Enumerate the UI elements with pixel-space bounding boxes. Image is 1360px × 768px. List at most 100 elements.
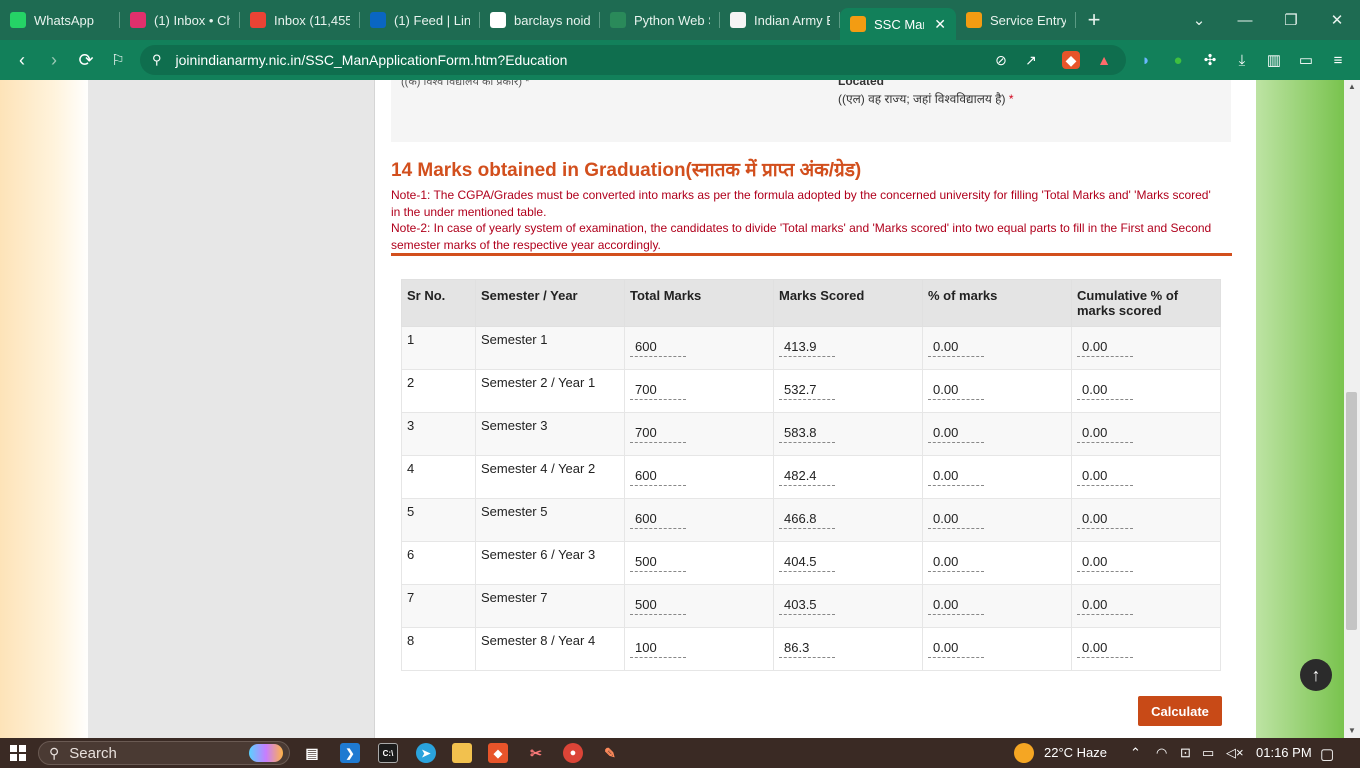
scroll-to-top-button[interactable]: ↑ (1300, 659, 1332, 691)
brave-shields-icon[interactable]: ◆ (1062, 51, 1080, 69)
marks-scored-input[interactable]: 482.4 (779, 468, 835, 486)
tray-overflow-icon[interactable]: ⌃ (1130, 745, 1141, 761)
table-cell: Semester 1 (475, 326, 625, 370)
section-title: 14 Marks obtained in Graduation(स्नातक म… (391, 160, 862, 181)
task-view-icon[interactable]: ▤ (302, 743, 322, 763)
total-marks-input[interactable]: 600 (630, 511, 686, 529)
scroll-up-arrow-icon[interactable]: ▲ (1346, 82, 1358, 92)
table-row: 8 Semester 8 / Year 4 100 86.3 0.00 0.00 (401, 627, 1221, 671)
table-cell: 0.00 (922, 455, 1072, 499)
wallet-icon[interactable]: ▭ (1296, 50, 1316, 70)
required-mark: * (1008, 92, 1014, 106)
meet-now-icon[interactable]: ⊡ (1180, 745, 1191, 761)
snipping-tool-icon[interactable]: ✂ (526, 743, 546, 763)
reload-icon[interactable]: ⟳ (70, 44, 102, 76)
share-icon[interactable]: ↗ (1022, 51, 1040, 69)
cumulative-percent-field: 0.00 (1077, 382, 1133, 400)
weather-text[interactable]: 22°C Haze (1044, 745, 1107, 760)
total-marks-input[interactable]: 600 (630, 468, 686, 486)
browser-tab-8[interactable]: SSC Man ✕ (840, 8, 956, 40)
clock-time[interactable]: 01:16 PM (1256, 745, 1312, 760)
percent-marks-field: 0.00 (928, 382, 984, 400)
back-icon[interactable]: ‹ (6, 44, 38, 76)
file-explorer-icon[interactable] (452, 743, 472, 763)
total-marks-input[interactable]: 100 (630, 640, 686, 658)
extension-icon[interactable]: ● (1168, 50, 1188, 70)
speech-icon[interactable]: ◗ (1136, 50, 1156, 70)
bookmark-icon[interactable]: ⚐ (102, 44, 134, 76)
marks-table: Sr No. Semester / Year Total Marks Marks Sc… (401, 279, 1221, 671)
table-cell: 700 (624, 412, 774, 456)
total-marks-input[interactable]: 700 (630, 382, 686, 400)
calculate-button[interactable]: Calculate (1138, 696, 1222, 726)
total-marks-input[interactable]: 500 (630, 554, 686, 572)
browser-tab-6[interactable]: Python Web S (600, 0, 720, 40)
table-cell: Semester 2 / Year 1 (475, 369, 625, 413)
total-marks-input[interactable]: 600 (630, 339, 686, 357)
brave-taskbar-icon[interactable]: ◆ (488, 743, 508, 763)
wifi-icon[interactable]: ◠ (1156, 745, 1167, 761)
blocked-popup-icon[interactable]: ⊘ (992, 51, 1010, 69)
table-cell: 600 (624, 326, 774, 370)
ssc-icon (966, 12, 982, 28)
table-cell: 413.9 (773, 326, 923, 370)
site-info-icon[interactable]: ⚲ (152, 52, 162, 68)
marks-scored-input[interactable]: 532.7 (779, 382, 835, 400)
vscode-icon[interactable]: ❯ (340, 743, 360, 763)
marks-scored-input[interactable]: 403.5 (779, 597, 835, 615)
download-icon[interactable]: ⤓ (1232, 50, 1252, 70)
taskbar-search[interactable]: ⚲ Search (38, 741, 290, 765)
page-viewport: ((क) विश्व विद्यालय का प्रकार) * Located… (0, 80, 1344, 738)
browser-tab-4[interactable]: (1) Feed | Linke (360, 0, 480, 40)
total-marks-input[interactable]: 500 (630, 597, 686, 615)
address-bar[interactable]: ⚲ joinindianarmy.nic.in/SSC_ManApplicati… (140, 45, 1126, 75)
volume-icon[interactable]: ◁× (1226, 745, 1244, 761)
terminal-icon[interactable]: C:\ (378, 743, 398, 763)
sr-no-cell: 6 (407, 547, 415, 562)
table-row: 2 Semester 2 / Year 1 700 532.7 0.00 0.00 (401, 369, 1221, 413)
chrome-icon[interactable]: ● (563, 743, 583, 763)
marks-scored-input[interactable]: 86.3 (779, 640, 835, 658)
minimize-button[interactable]: — (1222, 0, 1268, 40)
copilot-icon[interactable] (249, 744, 283, 762)
whatsapp-icon (10, 12, 26, 28)
browser-tab-1[interactable]: WhatsApp (0, 0, 120, 40)
table-cell: 0.00 (922, 369, 1072, 413)
browser-tab-5[interactable]: barclays noida (480, 0, 600, 40)
close-tab-icon[interactable]: ✕ (934, 16, 946, 33)
tab-title: barclays noida (514, 12, 590, 28)
browser-tab-9[interactable]: Service Entry (956, 0, 1076, 40)
notifications-icon[interactable]: ▢ (1320, 745, 1334, 763)
extensions-puzzle-icon[interactable]: ✣ (1200, 50, 1220, 70)
menu-icon[interactable]: ≡ (1328, 50, 1348, 70)
browser-tab-3[interactable]: Inbox (11,455) (240, 0, 360, 40)
marks-scored-input[interactable]: 404.5 (779, 554, 835, 572)
browser-tab-7[interactable]: Indian Army E (720, 0, 840, 40)
new-tab-button[interactable]: + (1076, 7, 1112, 33)
scroll-down-arrow-icon[interactable]: ▼ (1346, 726, 1358, 736)
total-marks-input[interactable]: 700 (630, 425, 686, 443)
marks-scored-input[interactable]: 466.8 (779, 511, 835, 529)
table-cell: 2 (401, 369, 476, 413)
taskbar-search-label: Search (69, 744, 117, 762)
battery-icon[interactable]: ▭ (1202, 745, 1214, 761)
telegram-icon[interactable]: ➤ (416, 743, 436, 763)
close-window-button[interactable]: ✕ (1314, 0, 1360, 40)
sidebar-icon[interactable]: ▥ (1264, 50, 1284, 70)
table-cell: 466.8 (773, 498, 923, 542)
brave-rewards-icon[interactable]: ▲ (1095, 51, 1113, 69)
table-row: 5 Semester 5 600 466.8 0.00 0.00 (401, 498, 1221, 542)
restore-button[interactable]: ❐ (1268, 0, 1314, 40)
marks-scored-input[interactable]: 583.8 (779, 425, 835, 443)
forward-icon[interactable]: › (38, 44, 70, 76)
tab-search-icon[interactable]: ⌄ (1176, 0, 1222, 40)
paint-icon[interactable]: ✎ (600, 743, 620, 763)
scrollbar-thumb[interactable] (1346, 392, 1357, 630)
marks-scored-input[interactable]: 413.9 (779, 339, 835, 357)
table-cell: 100 (624, 627, 774, 671)
table-cell: 0.00 (922, 584, 1072, 628)
windows-start-icon[interactable] (10, 745, 26, 761)
browser-tab-2[interactable]: (1) Inbox • Cha (120, 0, 240, 40)
table-row: 7 Semester 7 500 403.5 0.00 0.00 (401, 584, 1221, 628)
weather-icon[interactable] (1014, 743, 1034, 763)
